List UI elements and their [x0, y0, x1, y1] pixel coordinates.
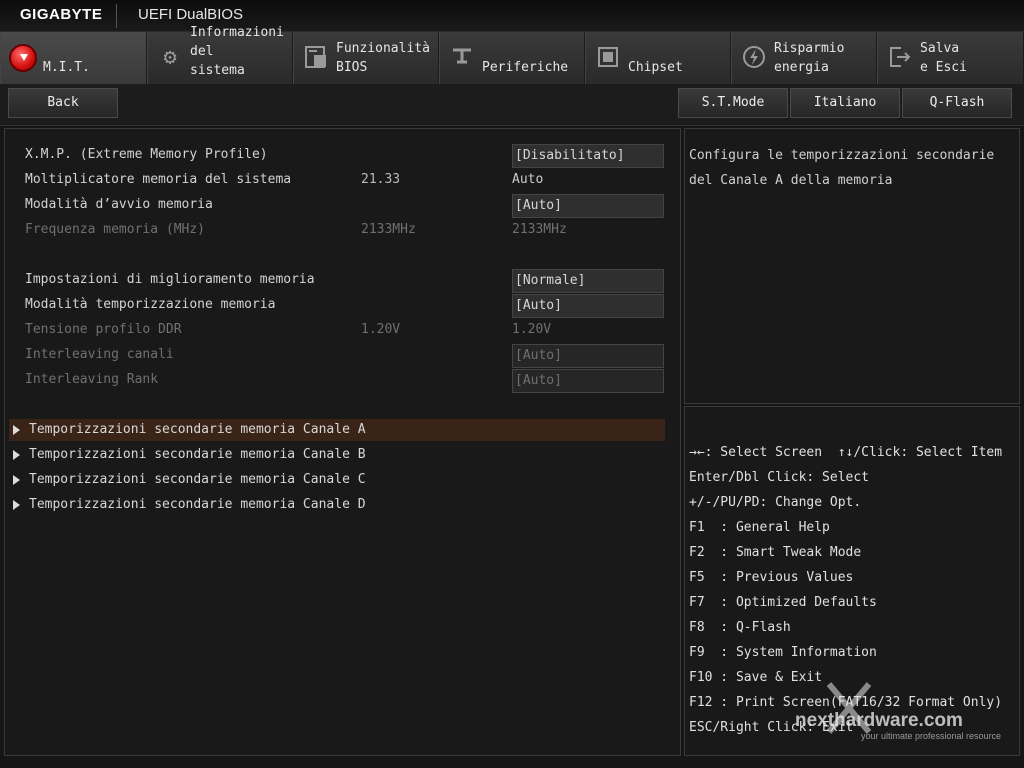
tab-system-info[interactable]: ⚙ Informazioni del sistema [147, 25, 293, 84]
submenu-label: Temporizzazioni secondarie memoria Canal… [29, 472, 366, 487]
submenu-channel-d[interactable]: Temporizzazioni secondarie memoria Canal… [9, 494, 665, 516]
mit-icon [9, 44, 37, 72]
watermark: nexthardware.com your ultimate professio… [795, 680, 1024, 744]
brand-logo: GIGABYTE [20, 6, 103, 23]
tab-power-saving[interactable]: Risparmio energia [731, 32, 877, 84]
setting-value: 2133MHz [512, 222, 567, 237]
setting-label: Interleaving canali [25, 347, 174, 362]
tab-label: Periferiche [482, 60, 569, 75]
submenu-label: Temporizzazioni secondarie memoria Canal… [29, 497, 366, 512]
title-bar: GIGABYTE UEFI DualBIOS [0, 0, 1024, 32]
watermark-brand: nexthardware.com [795, 710, 963, 731]
setting-label: Frequenza memoria (MHz) [25, 222, 206, 237]
title-divider [116, 4, 117, 28]
exit-icon [886, 44, 914, 72]
setting-value-box: [Auto] [512, 369, 664, 393]
periferiche-icon [448, 44, 476, 72]
tab-chipset[interactable]: Chipset [585, 32, 731, 84]
tab-save-exit[interactable]: Salva e Esci [877, 32, 1024, 84]
tab-label: Risparmio energia [774, 41, 845, 75]
submenu-arrow-icon [13, 425, 20, 435]
product-name: UEFI DualBIOS [138, 6, 244, 23]
setting-current-value: 21.33 [361, 172, 401, 187]
setting-current-value: 2133MHz [361, 222, 416, 237]
submenu-channel-c[interactable]: Temporizzazioni secondarie memoria Canal… [9, 469, 665, 491]
submenu-channel-a[interactable]: Temporizzazioni secondarie memoria Canal… [9, 419, 665, 441]
power-saving-icon [740, 44, 768, 72]
setting-current-value: 1.20V [361, 322, 401, 337]
watermark-tagline: your ultimate professional resource [861, 731, 1002, 741]
tab-label: M.I.T. [43, 60, 90, 75]
tab-bios-features[interactable]: Funzionalità BIOS [293, 32, 439, 84]
key-hint: F8 : Q-Flash [689, 620, 791, 635]
tab-label: Salva e Esci [920, 41, 967, 75]
key-hint: Enter/Dbl Click: Select [689, 470, 870, 485]
key-hint: F2 : Smart Tweak Mode [689, 545, 862, 560]
language-button[interactable]: Italiano [790, 88, 900, 118]
setting-value-box: [Auto] [512, 344, 664, 368]
setting-label: Modalità d’avvio memoria [25, 197, 213, 212]
key-hint: F5 : Previous Values [689, 570, 854, 585]
back-button[interactable]: Back [8, 88, 118, 118]
submenu-arrow-icon [13, 500, 20, 510]
setting-row-rank-interleaving: Interleaving Rank [Auto] [25, 369, 665, 393]
gear-icon: ⚙ [163, 45, 177, 70]
setting-value-box[interactable]: [Normale] [512, 269, 664, 293]
setting-label: Interleaving Rank [25, 372, 159, 387]
tab-label: Funzionalità BIOS [336, 41, 430, 75]
setting-value-box[interactable]: [Disabilitato] [512, 144, 664, 168]
tab-peripherals[interactable]: Periferiche [439, 32, 585, 84]
setting-label: X.M.P. (Extreme Memory Profile) [25, 147, 268, 162]
key-hint: →←: Select Screen ↑↓/Click: Select Item [689, 445, 1003, 460]
setting-row-memory-multiplier: Moltiplicatore memoria del sistema 21.33… [25, 169, 665, 191]
setting-row-memory-boot-mode[interactable]: Modalità d’avvio memoria [Auto] [25, 194, 665, 218]
key-hint: F1 : General Help [689, 520, 830, 535]
setting-label: Moltiplicatore memoria del sistema [25, 172, 292, 187]
tab-mit[interactable]: M.I.T. [0, 32, 147, 84]
setting-row-xmp[interactable]: X.M.P. (Extreme Memory Profile) [Disabil… [25, 144, 665, 168]
settings-panel: X.M.P. (Extreme Memory Profile) [Disabil… [4, 128, 681, 756]
nav-bar: Back S.T.Mode Italiano Q-Flash [0, 84, 1024, 126]
submenu-arrow-icon [13, 450, 20, 460]
key-hint: F9 : System Information [689, 645, 877, 660]
help-description: Configura le temporizzazioni secondarie … [684, 128, 1020, 404]
submenu-channel-b[interactable]: Temporizzazioni secondarie memoria Canal… [9, 444, 665, 466]
setting-label: Impostazioni di miglioramento memoria [25, 272, 315, 287]
q-flash-button[interactable]: Q-Flash [902, 88, 1012, 118]
setting-row-memory-frequency: Frequenza memoria (MHz) 2133MHz 2133MHz [25, 219, 665, 241]
setting-value: 1.20V [512, 322, 552, 337]
key-hint: +/-/PU/PD: Change Opt. [689, 495, 862, 510]
setting-row-memory-timing-mode[interactable]: Modalità temporizzazione memoria [Auto] [25, 294, 665, 318]
setting-row-memory-enhancement[interactable]: Impostazioni di miglioramento memoria [N… [25, 269, 665, 293]
chip-board-icon [302, 44, 330, 72]
setting-label: Modalità temporizzazione memoria [25, 297, 276, 312]
setting-value-box[interactable]: [Auto] [512, 194, 664, 218]
setting-row-ddr-voltage: Tensione profilo DDR 1.20V 1.20V [25, 319, 665, 341]
tab-label: Chipset [628, 60, 683, 75]
tab-label: Informazioni del sistema [190, 25, 284, 78]
setting-value-box[interactable]: [Auto] [512, 294, 664, 318]
st-mode-button[interactable]: S.T.Mode [678, 88, 788, 118]
key-hint: F7 : Optimized Defaults [689, 595, 877, 610]
submenu-label: Temporizzazioni secondarie memoria Canal… [29, 447, 366, 462]
submenu-arrow-icon [13, 475, 20, 485]
setting-label: Tensione profilo DDR [25, 322, 182, 337]
chipset-icon [594, 44, 622, 72]
submenu-label: Temporizzazioni secondarie memoria Canal… [29, 422, 366, 437]
main-tabs: M.I.T. ⚙ Informazioni del sistema Funzio… [0, 25, 1024, 84]
setting-row-channel-interleaving: Interleaving canali [Auto] [25, 344, 665, 368]
setting-value: Auto [512, 172, 544, 187]
